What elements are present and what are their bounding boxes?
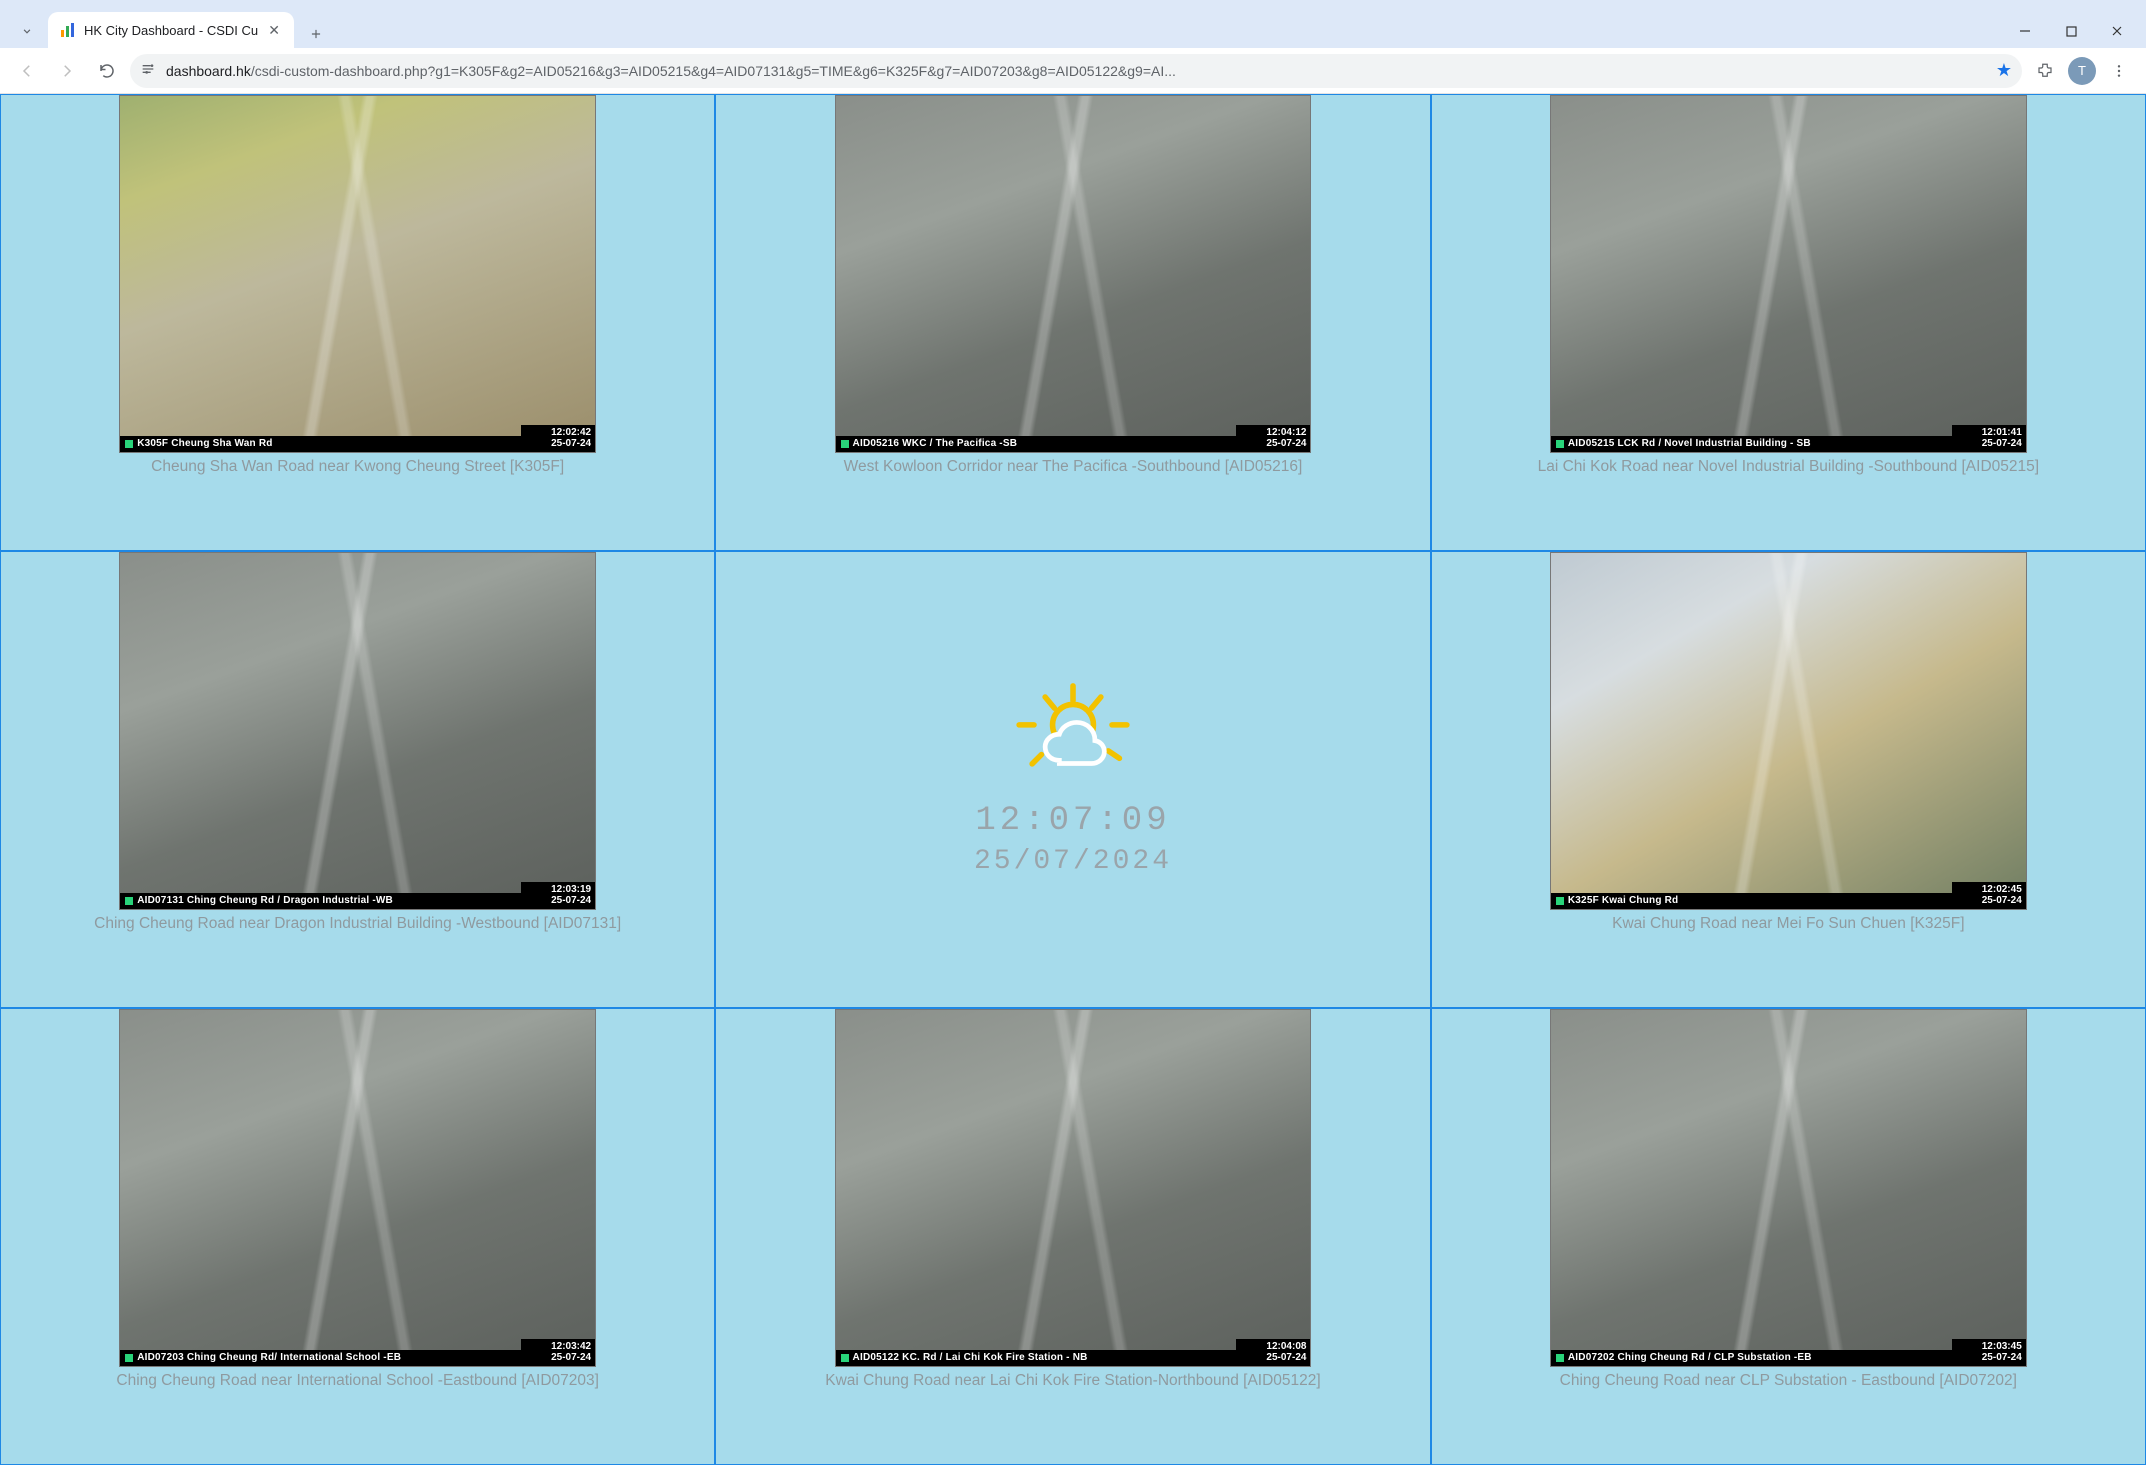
- tab-title: HK City Dashboard - CSDI Cu: [84, 23, 258, 38]
- camera-overlay-label: AID07131 Ching Cheung Rd / Dragon Indust…: [120, 893, 521, 909]
- camera-cell: K325F Kwai Chung Rd 12:02:4525-07-24 Kwa…: [1431, 551, 2146, 1008]
- camera-overlay-label: AID07202 Ching Cheung Rd / CLP Substatio…: [1551, 1350, 1952, 1366]
- window-maximize-button[interactable]: [2048, 14, 2094, 48]
- camera-overlay-time: 12:01:4125-07-24: [1952, 425, 2026, 452]
- camera-cell: AID05215 LCK Rd / Novel Industrial Build…: [1431, 94, 2146, 551]
- camera-feed[interactable]: AID07203 Ching Cheung Rd/ International …: [119, 1009, 596, 1367]
- kebab-icon: [2111, 63, 2127, 79]
- window-controls: [2002, 14, 2146, 48]
- camera-caption: Lai Chi Kok Road near Novel Industrial B…: [1538, 457, 2039, 478]
- camera-overlay-time: 12:03:1925-07-24: [521, 882, 595, 909]
- camera-overlay-label: K305F Cheung Sha Wan Rd: [120, 436, 521, 452]
- camera-feed[interactable]: K325F Kwai Chung Rd 12:02:4525-07-24: [1550, 552, 2027, 910]
- profile-avatar[interactable]: T: [2068, 57, 2096, 85]
- camera-caption: West Kowloon Corridor near The Pacifica …: [844, 457, 1303, 478]
- camera-feed[interactable]: K305F Cheung Sha Wan Rd 12:02:4225-07-24: [119, 95, 596, 453]
- camera-caption: Ching Cheung Road near International Sch…: [116, 1371, 599, 1392]
- new-tab-button[interactable]: [302, 20, 330, 48]
- camera-cell: AID07131 Ching Cheung Rd / Dragon Indust…: [0, 551, 715, 1008]
- camera-feed[interactable]: AID05216 WKC / The Pacifica -SB 12:04:12…: [835, 95, 1312, 453]
- camera-grid: K305F Cheung Sha Wan Rd 12:02:4225-07-24…: [0, 94, 2146, 1465]
- camera-overlay-time: 12:04:0825-07-24: [1236, 1339, 1310, 1366]
- camera-cell: AID05216 WKC / The Pacifica -SB 12:04:12…: [715, 94, 1430, 551]
- bookmark-button[interactable]: ★: [1996, 60, 2012, 81]
- camera-cell: AID05122 KC. Rd / Lai Chi Kok Fire Stati…: [715, 1008, 1430, 1465]
- reload-icon: [98, 62, 116, 80]
- nav-reload-button[interactable]: [90, 54, 124, 88]
- browser-titlebar: HK City Dashboard - CSDI Cu ✕: [0, 0, 2146, 48]
- browser-tab[interactable]: HK City Dashboard - CSDI Cu ✕: [48, 12, 294, 48]
- camera-overlay-label: AID05216 WKC / The Pacifica -SB: [836, 436, 1237, 452]
- camera-feed[interactable]: AID07131 Ching Cheung Rd / Dragon Indust…: [119, 552, 596, 910]
- camera-cell: AID07203 Ching Cheung Rd/ International …: [0, 1008, 715, 1465]
- chevron-down-icon: [20, 24, 34, 38]
- arrow-right-icon: [58, 62, 76, 80]
- camera-overlay-time: 12:04:1225-07-24: [1236, 425, 1310, 452]
- extensions-button[interactable]: [2028, 54, 2062, 88]
- browser-toolbar: dashboard.hk/csdi-custom-dashboard.php?g…: [0, 48, 2146, 94]
- camera-caption: Kwai Chung Road near Mei Fo Sun Chuen [K…: [1612, 914, 1964, 935]
- tab-favicon-icon: [60, 22, 76, 38]
- camera-overlay-label: AID05122 KC. Rd / Lai Chi Kok Fire Stati…: [836, 1350, 1237, 1366]
- camera-feed[interactable]: AID05122 KC. Rd / Lai Chi Kok Fire Stati…: [835, 1009, 1312, 1367]
- tab-close-button[interactable]: ✕: [266, 22, 282, 38]
- clock-time: 12:07:09: [975, 802, 1170, 840]
- camera-caption: Ching Cheung Road near CLP Substation - …: [1560, 1371, 2017, 1392]
- window-minimize-button[interactable]: [2002, 14, 2048, 48]
- camera-cell: AID07202 Ching Cheung Rd / CLP Substatio…: [1431, 1008, 2146, 1465]
- maximize-icon: [2066, 26, 2077, 37]
- minimize-icon: [2019, 25, 2031, 37]
- time-widget-cell: 12:07:09 25/07/2024: [715, 551, 1430, 1008]
- page-viewport: K305F Cheung Sha Wan Rd 12:02:4225-07-24…: [0, 94, 2146, 1465]
- address-bar[interactable]: dashboard.hk/csdi-custom-dashboard.php?g…: [130, 54, 2022, 88]
- arrow-left-icon: [18, 62, 36, 80]
- camera-caption: Kwai Chung Road near Lai Chi Kok Fire St…: [825, 1371, 1320, 1392]
- camera-overlay-time: 12:02:4225-07-24: [521, 425, 595, 452]
- clock-date: 25/07/2024: [974, 846, 1172, 877]
- camera-caption: Cheung Sha Wan Road near Kwong Cheung St…: [151, 457, 564, 478]
- weather-sunny-cloud-icon: [1008, 676, 1138, 796]
- nav-back-button[interactable]: [10, 54, 44, 88]
- camera-feed[interactable]: AID05215 LCK Rd / Novel Industrial Build…: [1550, 95, 2027, 453]
- puzzle-icon: [2036, 62, 2054, 80]
- camera-overlay-label: AID07203 Ching Cheung Rd/ International …: [120, 1350, 521, 1366]
- camera-cell: K305F Cheung Sha Wan Rd 12:02:4225-07-24…: [0, 94, 715, 551]
- camera-overlay-label: AID05215 LCK Rd / Novel Industrial Build…: [1551, 436, 1952, 452]
- camera-overlay-label: K325F Kwai Chung Rd: [1551, 893, 1952, 909]
- plus-icon: [309, 27, 323, 41]
- url-text: dashboard.hk/csdi-custom-dashboard.php?g…: [166, 63, 1986, 79]
- browser-menu-button[interactable]: [2102, 54, 2136, 88]
- camera-overlay-time: 12:03:4525-07-24: [1952, 1339, 2026, 1366]
- window-close-button[interactable]: [2094, 14, 2140, 48]
- camera-overlay-time: 12:03:4225-07-24: [521, 1339, 595, 1366]
- camera-caption: Ching Cheung Road near Dragon Industrial…: [94, 914, 621, 935]
- camera-overlay-time: 12:02:4525-07-24: [1952, 882, 2026, 909]
- tab-search-button[interactable]: [10, 14, 44, 48]
- close-icon: [2111, 25, 2123, 37]
- nav-forward-button[interactable]: [50, 54, 84, 88]
- camera-feed[interactable]: AID07202 Ching Cheung Rd / CLP Substatio…: [1550, 1009, 2027, 1367]
- site-settings-icon[interactable]: [140, 61, 156, 80]
